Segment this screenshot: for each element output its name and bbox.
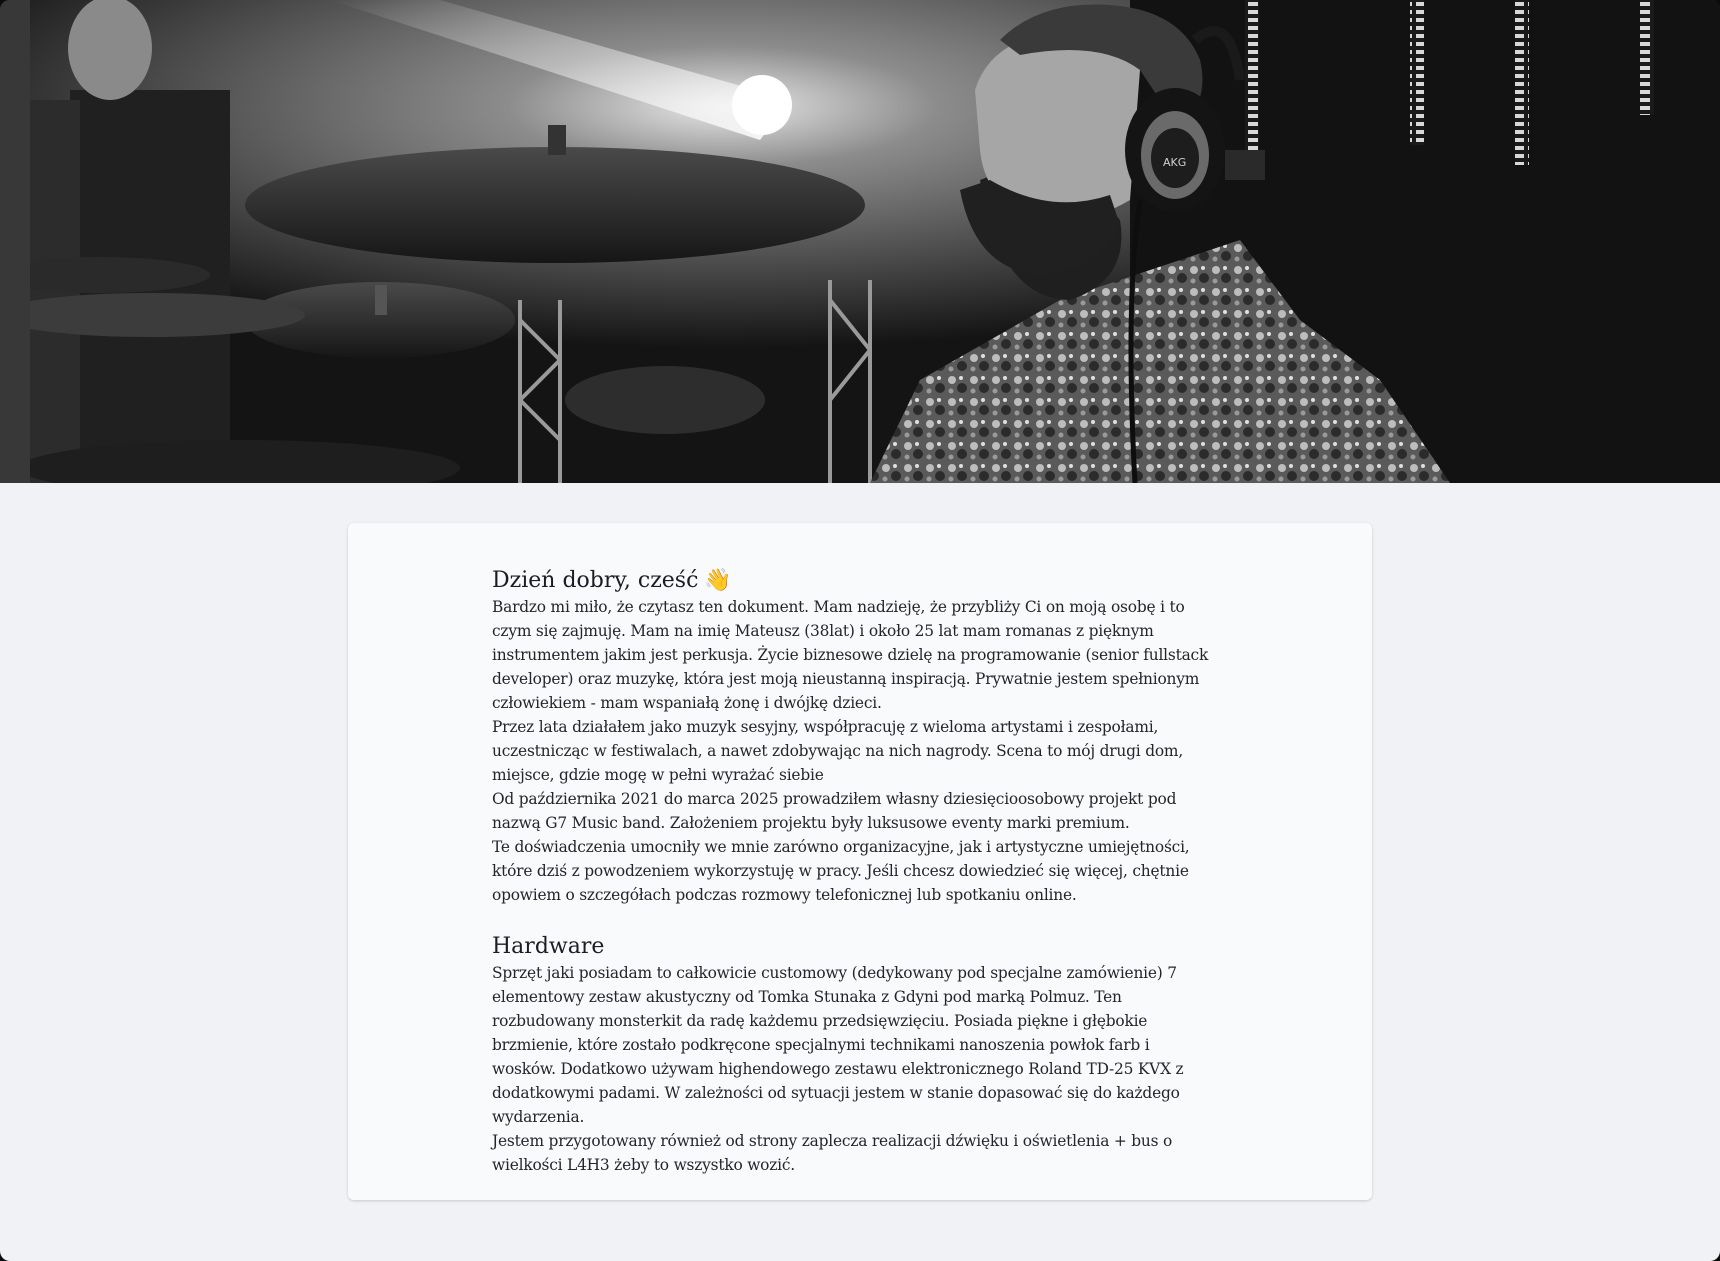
intro-paragraph-2: Przez lata działałem jako muzyk sesyjny,… bbox=[492, 718, 1184, 784]
headphones-brand: AKG bbox=[1163, 156, 1186, 169]
about-card: Dzień dobry, cześć 👋 Bardzo mi miło, że … bbox=[348, 523, 1372, 1200]
waving-hand-icon: 👋 bbox=[704, 568, 732, 593]
page: AKG Dzień dobry, cześć 👋 Bardzo mi miło,… bbox=[0, 0, 1720, 1261]
hero-photo: AKG bbox=[0, 0, 1720, 483]
intro-paragraph-1: Bardzo mi miło, że czytasz ten dokument.… bbox=[492, 598, 1209, 712]
hardware-heading-text: Hardware bbox=[492, 934, 605, 959]
intro-heading: Dzień dobry, cześć 👋 bbox=[492, 567, 1212, 595]
intro-heading-text: Dzień dobry, cześć bbox=[492, 568, 699, 593]
hero-image: AKG bbox=[0, 0, 1720, 483]
hardware-heading: Hardware bbox=[492, 933, 1212, 961]
intro-paragraph-3: Od października 2021 do marca 2025 prowa… bbox=[492, 790, 1177, 832]
about-content: Dzień dobry, cześć 👋 Bardzo mi miło, że … bbox=[492, 567, 1212, 1177]
intro-paragraph-4: Te doświadczenia umocniły we mnie zarówn… bbox=[492, 838, 1190, 904]
hardware-paragraph-1: Sprzęt jaki posiadam to całkowicie custo… bbox=[492, 964, 1184, 1126]
hardware-paragraph-2: Jestem przygotowany również od strony za… bbox=[492, 1132, 1173, 1174]
